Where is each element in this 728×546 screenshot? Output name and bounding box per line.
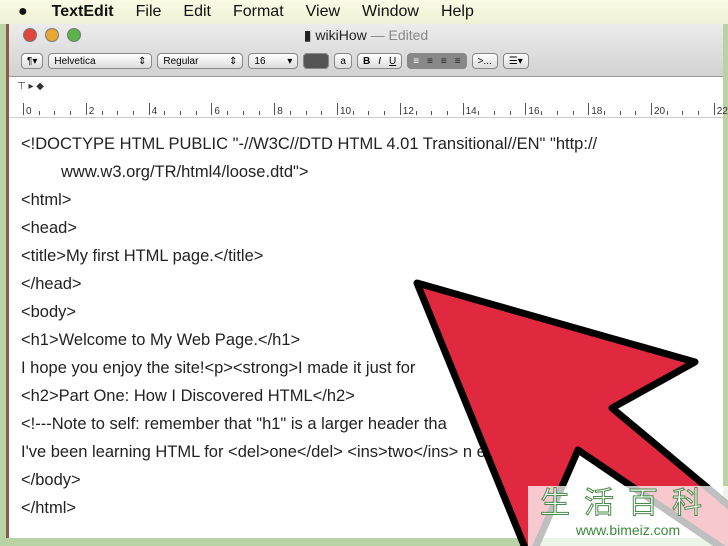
watermark-logo: 生活百科 [540,486,716,522]
watermark: 生活百科 www.bimeiz.com [528,486,728,546]
watermark-url: www.bimeiz.com [575,522,681,538]
arrow-overlay [413,279,728,546]
